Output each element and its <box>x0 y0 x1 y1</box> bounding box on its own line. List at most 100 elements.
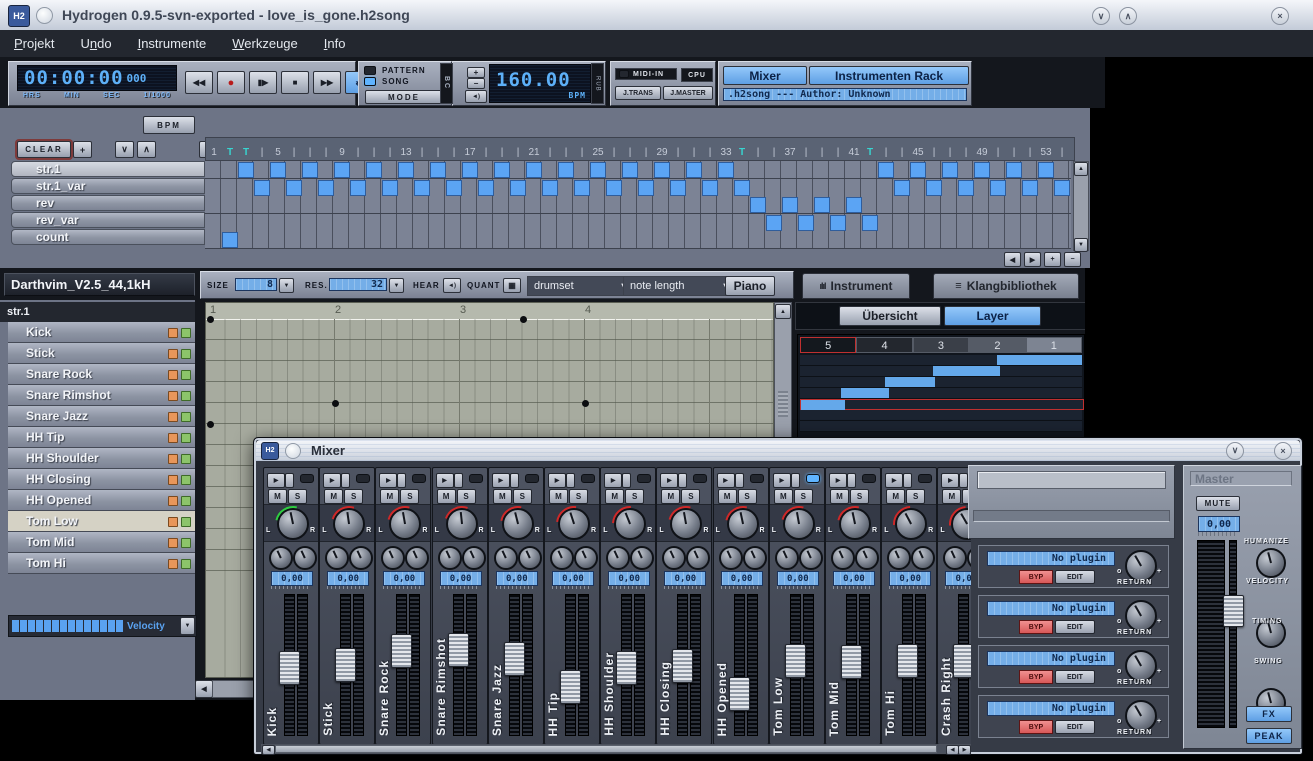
strip-play-button[interactable]: ▶ <box>548 473 566 488</box>
instrument-row-snare-rock[interactable]: Snare Rock <box>8 364 195 385</box>
fx-bypass-button[interactable]: BYP <box>1019 620 1053 634</box>
menu-item-projekt[interactable]: Projekt <box>14 36 54 51</box>
strip-play-button[interactable]: ▶ <box>323 473 341 488</box>
fx-return-knob[interactable] <box>1125 700 1157 732</box>
timeline-bar-11[interactable]: | <box>366 146 382 160</box>
song-grid-row-rev[interactable] <box>205 196 1071 214</box>
instrument-row-kick[interactable]: Kick <box>8 322 195 343</box>
velocity-panel[interactable]: Velocity ▼ <box>8 615 197 637</box>
strip-play-button[interactable]: ▶ <box>829 473 847 488</box>
strip-solo-button[interactable]: S <box>344 489 363 504</box>
timeline-bar-38[interactable]: | <box>798 146 814 160</box>
fx-edit-button[interactable]: EDIT <box>1055 620 1095 634</box>
note-dot[interactable] <box>520 316 527 323</box>
mixer-scroll-left-icon[interactable]: ◀ <box>262 745 275 755</box>
strip-fx-send-knob[interactable] <box>662 546 686 570</box>
timeline-bar-37[interactable]: 37 <box>782 146 798 160</box>
mute-led[interactable] <box>168 370 178 380</box>
timeline-bar-49[interactable]: 49 <box>974 146 990 160</box>
maximize-button[interactable]: ∧ <box>1119 7 1137 25</box>
strip-solo-button[interactable]: S <box>625 489 644 504</box>
fx-edit-button[interactable]: EDIT <box>1055 720 1095 734</box>
strip-fx-send-knob[interactable] <box>831 546 855 570</box>
timeline-bar-46[interactable]: | <box>926 146 942 160</box>
velocity-segment[interactable] <box>84 620 91 632</box>
instrument-row-snare-rimshot[interactable]: Snare Rimshot <box>8 385 195 406</box>
fx-return-knob[interactable] <box>1125 650 1157 682</box>
size-dropdown-icon[interactable]: ▼ <box>279 278 294 293</box>
song-pattern-block[interactable] <box>606 180 622 196</box>
song-pattern-block[interactable] <box>238 162 254 178</box>
pattern-list-item-rev-var[interactable]: rev_var <box>11 212 205 228</box>
strip-play-button[interactable]: ▶ <box>885 473 903 488</box>
note-dot[interactable] <box>207 316 214 323</box>
strip-mute-button[interactable]: M <box>324 489 343 504</box>
timeline-bar-54[interactable]: | <box>1054 146 1070 160</box>
bpm-minus-button[interactable]: − <box>467 78 485 89</box>
timeline-bar-16[interactable]: | <box>446 146 462 160</box>
mute-led[interactable] <box>168 391 178 401</box>
mute-led[interactable] <box>168 349 178 359</box>
strip-fx-send-knob[interactable] <box>550 546 574 570</box>
song-pattern-block[interactable] <box>558 162 574 178</box>
strip-mute-button[interactable]: M <box>661 489 680 504</box>
layer-row[interactable] <box>800 355 1082 366</box>
layer-header-1[interactable]: 1 <box>1026 337 1082 353</box>
strip-play-button[interactable]: ▶ <box>267 473 285 488</box>
fast-forward-button[interactable]: ▶▶ <box>313 71 341 94</box>
song-pattern-block[interactable] <box>542 180 558 196</box>
rubberband-strip[interactable]: RUB <box>591 63 604 104</box>
layer-velocity-bar[interactable] <box>801 400 845 410</box>
solo-led[interactable] <box>181 517 191 527</box>
strip-pan-knob[interactable] <box>446 508 478 540</box>
solo-led[interactable] <box>181 412 191 422</box>
strip-solo-button[interactable]: S <box>681 489 700 504</box>
fx-plugin-display[interactable]: No plugin <box>987 551 1115 566</box>
song-pattern-block[interactable] <box>814 197 830 213</box>
strip-pan-knob[interactable] <box>670 508 702 540</box>
pattern-list-item-count[interactable]: count <box>11 229 205 245</box>
strip-play-button[interactable]: ▶ <box>436 473 454 488</box>
strip-fader-handle[interactable] <box>616 651 637 685</box>
strip-mute-button[interactable]: M <box>942 489 961 504</box>
song-pattern-block[interactable] <box>1038 162 1054 178</box>
song-mode-row[interactable]: SONG <box>364 77 410 86</box>
strip-fader-handle[interactable] <box>504 642 525 676</box>
strip-fader-handle[interactable] <box>335 648 356 682</box>
layer-header-5[interactable]: 5 <box>800 337 856 353</box>
pattern-ruler[interactable]: 1234 <box>206 303 773 320</box>
timeline-bar-26[interactable]: | <box>606 146 622 160</box>
main-titlebar[interactable]: H2 Hydrogen 0.9.5-svn-exported - love_is… <box>0 0 1313 31</box>
song-pattern-block[interactable] <box>462 162 478 178</box>
timeline-bar-17[interactable]: 17 <box>462 146 478 160</box>
layer-header-4[interactable]: 4 <box>856 337 912 353</box>
song-pattern-block[interactable] <box>910 162 926 178</box>
strip-fx-send-knob[interactable] <box>686 546 710 570</box>
record-button[interactable]: ● <box>217 71 245 94</box>
mute-led[interactable] <box>168 412 178 422</box>
strip-trigger-button[interactable] <box>566 473 575 488</box>
song-pattern-block[interactable] <box>430 162 446 178</box>
strip-play-button[interactable]: ▶ <box>773 473 791 488</box>
song-pattern-block[interactable] <box>926 180 942 196</box>
strip-trigger-button[interactable] <box>285 473 294 488</box>
timeline-bar-2[interactable]: T <box>222 146 238 160</box>
strip-pan-knob[interactable] <box>389 508 421 540</box>
song-grid-row-str-1-var[interactable] <box>205 179 1071 197</box>
fx-bypass-button[interactable]: BYP <box>1019 720 1053 734</box>
strip-solo-button[interactable]: S <box>850 489 869 504</box>
fx-return-knob[interactable] <box>1125 550 1157 582</box>
fx-plugin-display[interactable]: No plugin <box>987 651 1115 666</box>
pattern-list-item-rev[interactable]: rev <box>11 195 205 211</box>
song-grid-row-str-1[interactable] <box>205 161 1071 179</box>
strip-fader-handle[interactable] <box>391 634 412 668</box>
strip-fx-send-knob[interactable] <box>855 546 879 570</box>
song-pattern-block[interactable] <box>894 180 910 196</box>
fx-edit-button[interactable]: EDIT <box>1055 670 1095 684</box>
timeline-bar-24[interactable]: | <box>574 146 590 160</box>
timeline-bar-23[interactable]: | <box>558 146 574 160</box>
strip-solo-button[interactable]: S <box>457 489 476 504</box>
song-pattern-block[interactable] <box>798 215 814 231</box>
song-pattern-block[interactable] <box>734 180 750 196</box>
timeline-bar-33[interactable]: 33 <box>718 146 734 160</box>
